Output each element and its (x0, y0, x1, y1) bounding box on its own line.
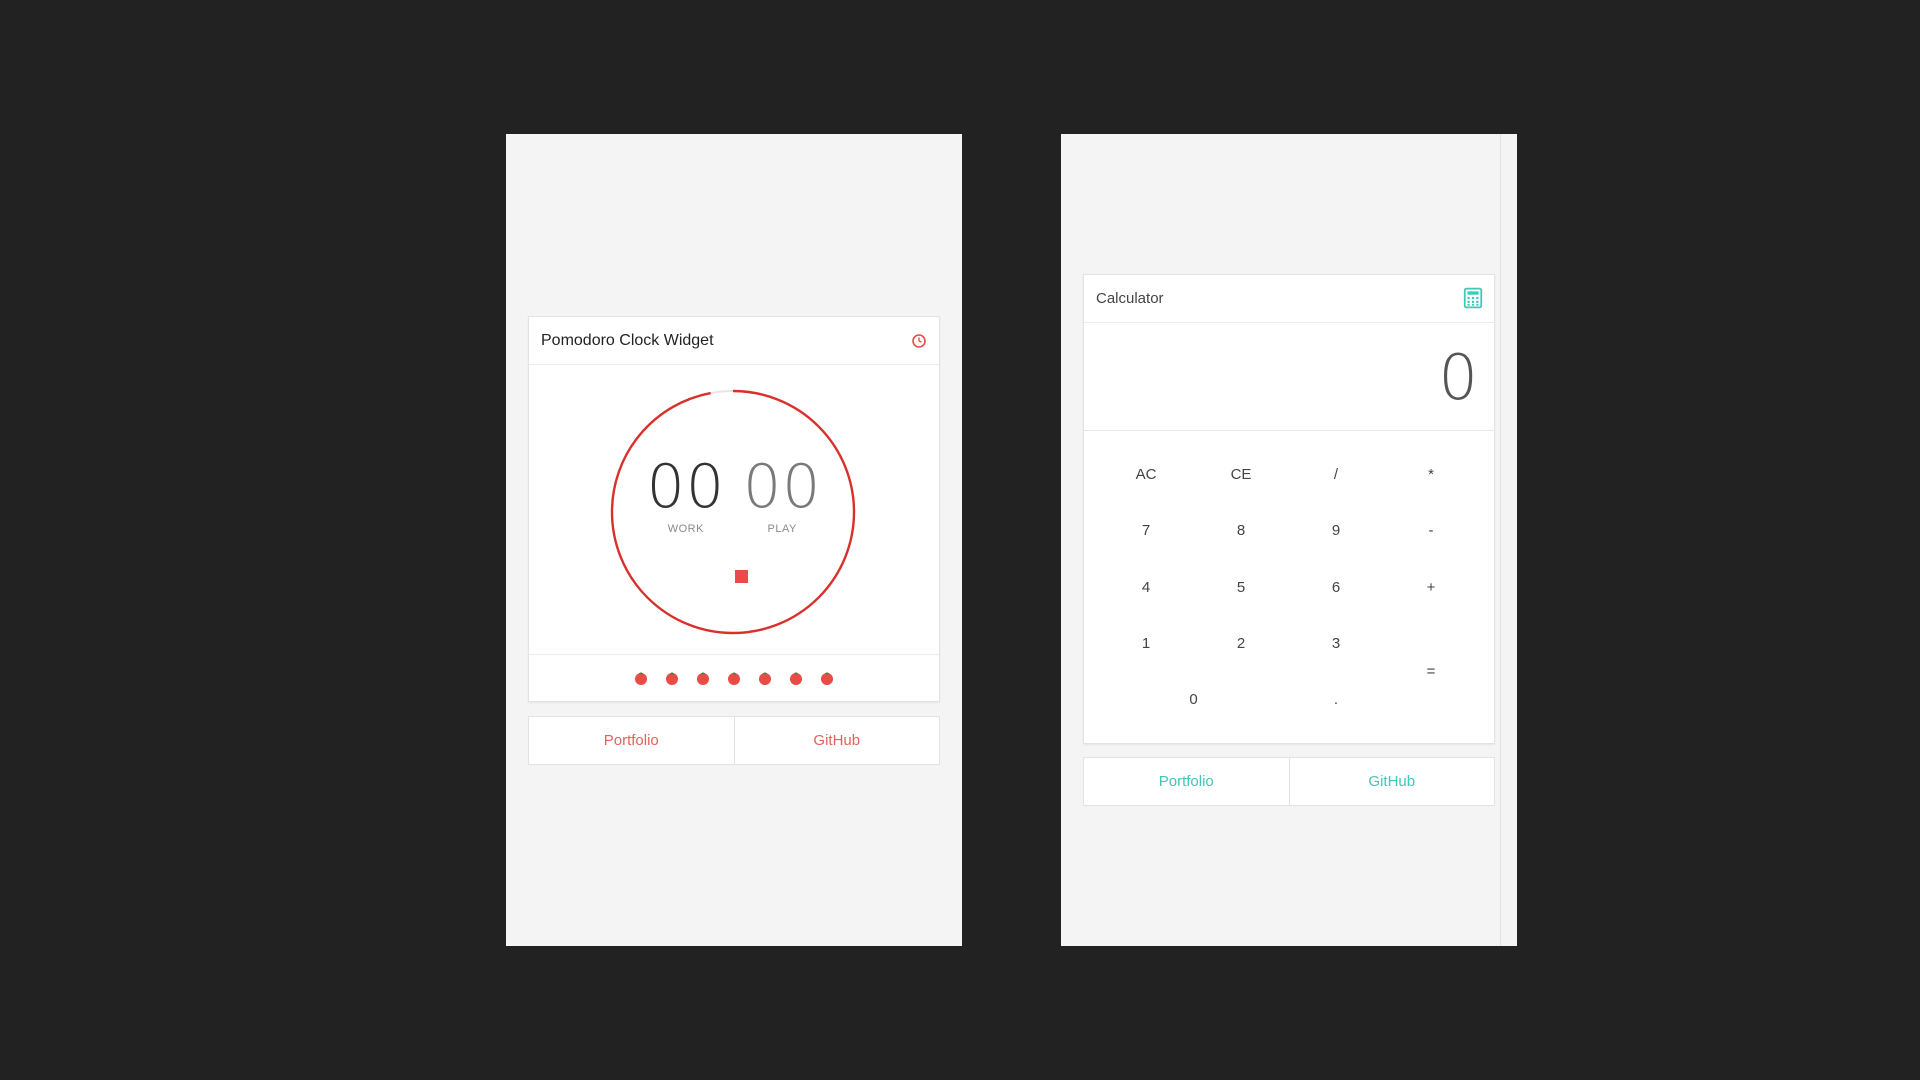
calculator-icon (1463, 287, 1483, 309)
key-8[interactable]: 8 (1211, 510, 1271, 550)
tomato-icon (728, 672, 740, 685)
tomato-icon (821, 672, 833, 685)
tomato-icon (790, 672, 802, 685)
scrollbar-track[interactable] (1500, 134, 1501, 946)
key-1[interactable]: 1 (1116, 623, 1176, 663)
key-9[interactable]: 9 (1306, 510, 1366, 550)
calculator-header: Calculator (1084, 275, 1494, 323)
key-7[interactable]: 7 (1116, 510, 1176, 550)
desktop-stage: Pomodoro Clock Widget 00 WORK 00 PLAY Po… (0, 0, 1920, 1080)
timer-readout: 00 WORK 00 PLAY (529, 457, 939, 535)
key-4[interactable]: 4 (1116, 567, 1176, 607)
display-value: 0 (1438, 341, 1478, 414)
keypad: AC CE / * 7 8 9 - 4 5 6 + 1 2 3 = 0 . (1084, 431, 1494, 743)
tomato-counter (529, 655, 939, 701)
key-decimal[interactable]: . (1306, 679, 1366, 719)
timer-icon[interactable] (909, 331, 929, 351)
pomodoro-phone-frame: Pomodoro Clock Widget 00 WORK 00 PLAY Po… (506, 134, 962, 946)
key-minus[interactable]: - (1401, 510, 1461, 550)
key-5[interactable]: 5 (1211, 567, 1271, 607)
portfolio-link[interactable]: Portfolio (1084, 758, 1289, 805)
tomato-icon (697, 672, 709, 685)
stop-button[interactable] (735, 570, 748, 583)
key-clear-entry[interactable]: CE (1211, 454, 1271, 494)
play-label: PLAY (767, 523, 797, 535)
key-equals[interactable]: = (1401, 623, 1461, 719)
play-block[interactable]: 00 PLAY (743, 457, 821, 535)
tomato-icon (666, 672, 678, 685)
key-all-clear[interactable]: AC (1116, 454, 1176, 494)
key-plus[interactable]: + (1401, 567, 1461, 607)
pomodoro-links-bar: Portfolio GitHub (528, 716, 940, 765)
calculator-card: Calculator 0 AC CE / * 7 8 9 - 4 5 6 + 1… (1083, 274, 1495, 744)
calculator-display: 0 (1084, 323, 1494, 431)
key-6[interactable]: 6 (1306, 567, 1366, 607)
key-3[interactable]: 3 (1306, 623, 1366, 663)
key-0[interactable]: 0 (1116, 679, 1271, 719)
tomato-icon (635, 672, 647, 685)
pomodoro-widget-card: Pomodoro Clock Widget 00 WORK 00 PLAY (528, 316, 940, 702)
pomodoro-header: Pomodoro Clock Widget (529, 317, 939, 365)
timer-area: 00 WORK 00 PLAY (529, 365, 939, 655)
key-2[interactable]: 2 (1211, 623, 1271, 663)
tomato-icon (759, 672, 771, 685)
work-minutes[interactable]: 00 (647, 457, 725, 517)
work-block[interactable]: 00 WORK (647, 457, 725, 535)
calculator-phone-frame: Calculator 0 AC CE / * 7 8 9 - 4 5 6 + 1… (1061, 134, 1517, 946)
pomodoro-title: Pomodoro Clock Widget (541, 331, 714, 349)
work-label: WORK (667, 523, 704, 535)
calculator-title: Calculator (1096, 290, 1164, 307)
portfolio-link[interactable]: Portfolio (529, 717, 734, 764)
calculator-links-bar: Portfolio GitHub (1083, 757, 1495, 806)
key-multiply[interactable]: * (1401, 454, 1461, 494)
github-link[interactable]: GitHub (1288, 758, 1495, 805)
play-minutes[interactable]: 00 (743, 457, 821, 517)
github-link[interactable]: GitHub (733, 717, 940, 764)
key-divide[interactable]: / (1306, 454, 1366, 494)
